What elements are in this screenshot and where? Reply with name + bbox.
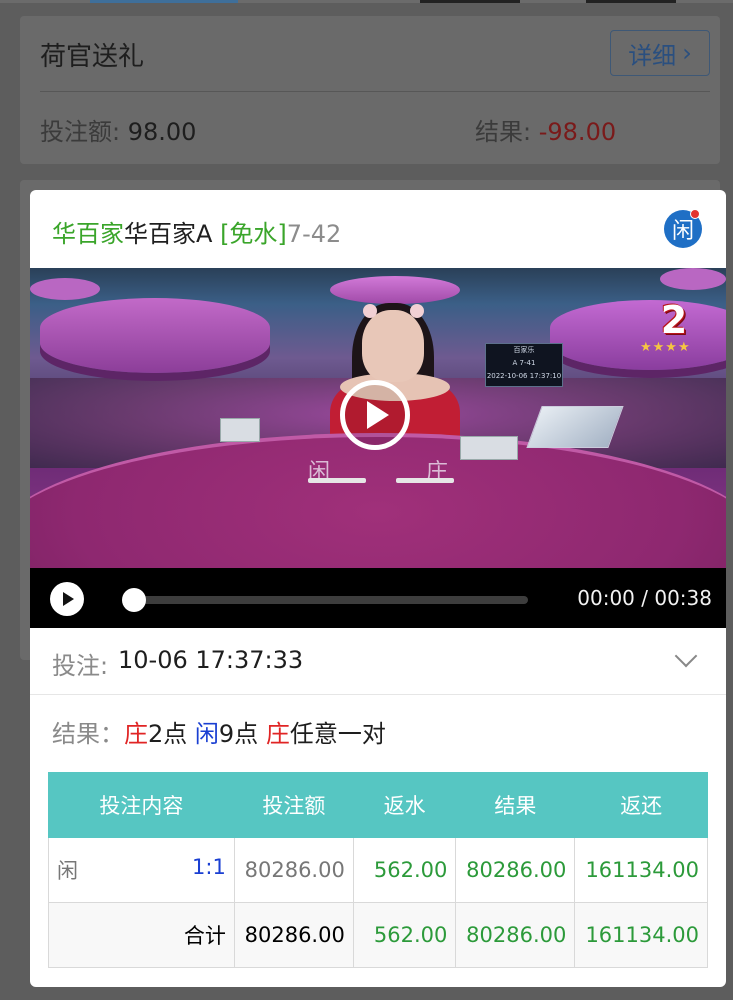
bet-detail-modal: 华百家华百家A [免水]7-42 闲 百家乐 A 7-41 2022-10-06… [30,190,726,987]
screen-line: 2022-10-06 17:37:10 [486,372,562,380]
card-tray [460,436,518,460]
bet-type: 闲 [57,859,78,883]
game-tag: [免水] [220,220,287,248]
game-round: 7-42 [286,220,342,248]
bet-content-cell: 闲 1:1 [48,837,235,903]
dealer-ear [363,304,377,318]
video-bg-table [330,276,460,304]
play-icon [367,401,389,429]
video-bg-table [660,268,726,290]
table-header-row: 投注内容 投注额 返水 结果 返还 [48,772,708,838]
rebate-cell: 562.00 [352,837,457,903]
detail-button[interactable]: 详细 › [610,30,710,76]
divider [40,91,710,92]
result-value: -98.00 [538,118,617,146]
bet-amount-label: 投注额: [40,118,121,146]
player-badge-text: 闲 [671,219,694,244]
bet-time-label: 投注: [52,652,109,680]
header-rebate: 返水 [352,772,457,838]
play-button[interactable] [50,582,84,616]
table-row: 闲 1:1 80286.00 562.00 80286.00 161134.00 [48,837,708,903]
player-points: 9点 [218,720,259,748]
video-time: 00:00 / 00:38 [577,586,712,610]
bet-detail-table: 投注内容 投注额 返水 结果 返还 闲 1:1 80286.00 562.00 … [48,772,708,968]
notification-dot [690,209,700,219]
header-return: 返还 [574,772,708,838]
tab-indicator-segment [420,0,520,3]
table-total-row: 合计 80286.00 562.00 80286.00 161134.00 [48,902,708,968]
game-name: 华百家A [124,220,213,248]
player-tag: 闲 [194,720,219,748]
play-overlay-button[interactable] [340,380,410,450]
screen-line: 百家乐 [513,346,535,354]
card-tray [220,418,260,442]
result-label: 结果： [52,720,124,748]
progress-bar[interactable] [134,596,528,604]
player-card-slot [308,478,366,483]
rank-badge: 2 [660,298,688,342]
video-controls: 00:00 / 00:38 [30,568,726,628]
bet-amount-cell: 80286.00 [233,837,354,903]
video-bg-table [30,278,100,300]
tab-indicator-active [90,0,238,3]
result-row: 结果: -98.00 [475,112,616,147]
card-shoe [526,406,624,448]
banker-card-slot [396,478,454,483]
bet-time-value: 10-06 17:37:33 [118,646,304,674]
total-amount: 80286.00 [233,902,354,968]
bet-amount-row: 投注额: 98.00 [40,112,196,147]
result-line: 结果：庄2点 闲9点 庄任意一对 [52,714,386,749]
dealer-figure [362,310,424,382]
background-record-card: 荷官送礼 详细 › 投注额: 98.00 结果: -98.00 [20,16,720,164]
detail-button-label: 详细 [628,41,677,70]
banker-tag: 庄 [124,720,148,748]
dealer-ear [410,304,424,318]
header-bet-content: 投注内容 [48,772,235,838]
video-player[interactable]: 百家乐 A 7-41 2022-10-06 17:37:10 2 ★★★★ 闲 … [30,268,726,568]
bet-amount-value: 98.00 [127,118,197,146]
stars-icon: ★★★★ [640,340,691,355]
header-result: 结果 [455,772,576,838]
banker-points: 2点 [148,720,188,748]
modal-header: 华百家华百家A [免水]7-42 闲 [30,190,726,268]
screen-line: A 7-41 [512,359,536,367]
record-title: 荷官送礼 [40,42,145,72]
chevron-down-icon[interactable] [674,644,698,668]
bet-odds: 1:1 [192,855,226,879]
progress-knob[interactable] [122,588,146,612]
total-result: 80286.00 [455,902,576,968]
return-cell: 161134.00 [574,837,708,903]
bet-time-row[interactable]: 投注: 10-06 17:37:33 [30,628,726,695]
result-label: 结果: [475,118,532,146]
video-bg-table [40,298,270,373]
pair-text: 任意一对 [289,720,386,748]
play-icon [63,592,74,606]
total-return: 161134.00 [574,902,708,968]
top-tab-indicator [0,0,733,3]
table-info-screen: 百家乐 A 7-41 2022-10-06 17:37:10 [485,343,563,387]
game-name-part1: 华百家 [52,220,124,248]
result-cell: 80286.00 [455,837,576,903]
player-badge-icon: 闲 [664,209,702,248]
pair-tag: 庄 [265,720,290,748]
chevron-right-icon: › [682,39,692,67]
total-rebate: 562.00 [352,902,457,968]
header-bet-amount: 投注额 [233,772,354,838]
tab-indicator-segment [586,0,676,3]
video-bg-table [550,300,726,370]
total-label: 合计 [48,902,235,968]
modal-title: 华百家华百家A [免水]7-42 [52,214,341,249]
